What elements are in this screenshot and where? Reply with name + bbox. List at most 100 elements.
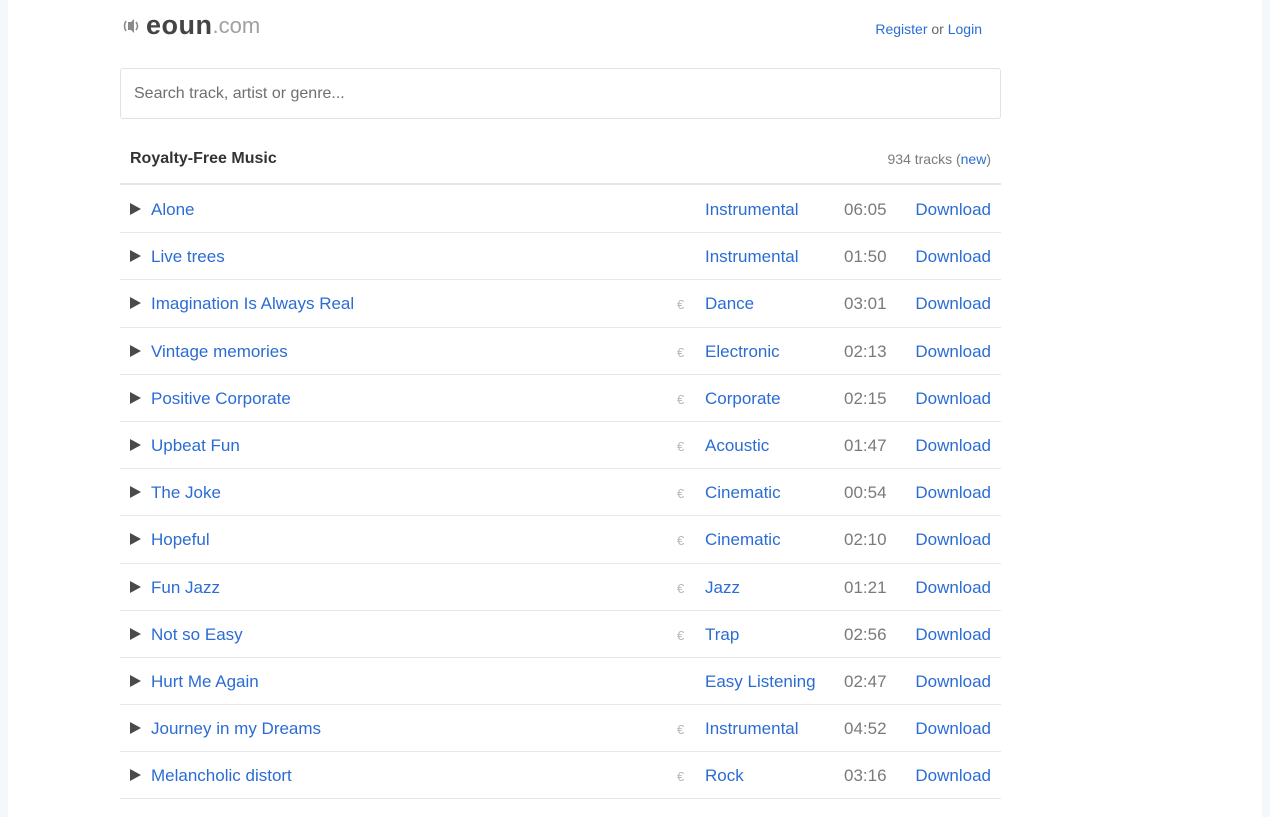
play-icon[interactable] xyxy=(130,391,141,404)
track-title-link[interactable]: Alone xyxy=(151,200,194,220)
track-row: Live trees Instrumental 01:50 Download xyxy=(120,233,1001,281)
speaker-sound-icon xyxy=(123,18,139,33)
list-header: Royalty-Free Music 934 tracks (new) xyxy=(120,138,1001,185)
genre-link[interactable]: Acoustic xyxy=(705,436,769,456)
euro-icon: € xyxy=(677,627,685,643)
track-row: Vintage memories € Electronic 02:13 Download xyxy=(120,328,1001,375)
download-link[interactable]: Download xyxy=(915,436,991,456)
track-title-link[interactable]: Live trees xyxy=(151,247,225,267)
list-title: Royalty-Free Music xyxy=(130,150,277,167)
genre-link[interactable]: Instrumental xyxy=(705,719,799,739)
download-link[interactable]: Download xyxy=(915,530,991,550)
logo-name: eoun xyxy=(146,10,213,40)
track-duration: 02:15 xyxy=(844,388,887,408)
track-count: 934 tracks (new) xyxy=(888,151,992,167)
track-title-link[interactable]: Fun Jazz xyxy=(151,578,220,598)
download-link[interactable]: Download xyxy=(915,294,991,314)
register-link[interactable]: Register xyxy=(875,21,927,37)
track-title-link[interactable]: Positive Corporate xyxy=(151,389,291,409)
play-icon[interactable] xyxy=(130,722,141,735)
genre-link[interactable]: Corporate xyxy=(705,389,781,409)
track-row: Fun Jazz € Jazz 01:21 Download xyxy=(120,564,1001,611)
genre-link[interactable]: Trap xyxy=(705,625,739,645)
search-input[interactable] xyxy=(120,68,1001,119)
genre-link[interactable]: Easy Listening xyxy=(705,672,816,692)
track-duration: 02:56 xyxy=(844,624,887,644)
euro-icon: € xyxy=(677,344,685,360)
play-icon[interactable] xyxy=(130,769,141,782)
play-icon[interactable] xyxy=(130,580,141,593)
genre-link[interactable]: Jazz xyxy=(705,578,740,598)
genre-link[interactable]: Rock xyxy=(705,766,744,786)
download-link[interactable]: Download xyxy=(915,342,991,362)
track-row: The Joke € Cinematic 00:54 Download xyxy=(120,469,1001,517)
euro-icon: € xyxy=(677,722,685,738)
play-icon[interactable] xyxy=(130,344,141,357)
track-row: Hurt Me Again Easy Listening 02:47 Download xyxy=(120,658,1001,706)
play-icon[interactable] xyxy=(130,533,141,546)
download-link[interactable]: Download xyxy=(915,719,991,739)
download-link[interactable]: Download xyxy=(915,483,991,503)
main-container: eoun .com Register or Login Royalty-Free… xyxy=(120,0,1001,800)
track-count-text: 934 tracks ( xyxy=(887,151,961,167)
download-link[interactable]: Download xyxy=(915,247,991,267)
download-link[interactable]: Download xyxy=(915,578,991,598)
track-row: Hopeful € Cinematic 02:10 Download xyxy=(120,516,1001,564)
play-icon[interactable] xyxy=(130,297,141,310)
track-row: Journey in my Dreams € Instrumental 04:52 Do… xyxy=(120,705,1001,753)
euro-icon: € xyxy=(677,438,685,454)
play-icon[interactable] xyxy=(130,627,141,640)
genre-link[interactable]: Instrumental xyxy=(705,247,799,267)
track-title-link[interactable]: Hopeful xyxy=(151,530,210,550)
logo-tld: .com xyxy=(212,12,261,38)
download-link[interactable]: Download xyxy=(915,625,991,645)
track-row: Imagination Is Always Real € Dance 03:01 Dow… xyxy=(120,280,1001,328)
play-icon[interactable] xyxy=(130,486,141,499)
track-title-link[interactable]: Journey in my Dreams xyxy=(151,719,321,739)
track-duration: 00:54 xyxy=(844,483,887,503)
track-duration: 03:16 xyxy=(844,766,887,786)
auth-links: Register or Login xyxy=(875,21,982,37)
download-link[interactable]: Download xyxy=(915,766,991,786)
track-duration: 06:05 xyxy=(844,200,887,219)
track-title-link[interactable]: Melancholic distort xyxy=(151,766,292,786)
track-title-link[interactable]: Upbeat Fun xyxy=(151,436,240,456)
track-row: Not so Easy € Trap 02:56 Download xyxy=(120,611,1001,658)
genre-link[interactable]: Cinematic xyxy=(705,530,781,550)
genre-link[interactable]: Cinematic xyxy=(705,483,781,503)
track-title-link[interactable]: Vintage memories xyxy=(151,342,288,362)
euro-icon: € xyxy=(677,580,685,596)
auth-separator: or xyxy=(927,21,948,37)
genre-link[interactable]: Electronic xyxy=(705,342,780,362)
site-logo[interactable]: eoun .com xyxy=(122,10,260,41)
download-link[interactable]: Download xyxy=(915,389,991,409)
track-duration: 01:50 xyxy=(844,247,887,267)
play-icon[interactable] xyxy=(130,674,141,687)
play-icon[interactable] xyxy=(130,250,141,263)
play-icon[interactable] xyxy=(130,203,141,215)
track-title-link[interactable]: Not so Easy xyxy=(151,625,243,645)
track-duration: 04:52 xyxy=(844,719,887,739)
download-link[interactable]: Download xyxy=(915,672,991,692)
play-icon[interactable] xyxy=(130,438,141,451)
track-duration: 03:01 xyxy=(844,294,887,314)
genre-link[interactable]: Instrumental xyxy=(705,200,799,220)
track-duration: 02:47 xyxy=(844,671,887,691)
login-link[interactable]: Login xyxy=(948,21,982,37)
track-row: Upbeat Fun € Acoustic 01:47 Download xyxy=(120,422,1001,470)
genre-link[interactable]: Dance xyxy=(705,294,754,314)
euro-icon: € xyxy=(677,391,685,407)
track-row: Melancholic distort € Rock 03:16 Download xyxy=(120,752,1001,800)
euro-icon: € xyxy=(677,533,685,549)
new-tracks-link[interactable]: new xyxy=(961,151,987,167)
track-title-link[interactable]: Hurt Me Again xyxy=(151,672,259,692)
euro-icon: € xyxy=(677,297,685,313)
track-count-close: ) xyxy=(986,151,991,167)
download-link[interactable]: Download xyxy=(915,200,991,220)
track-title-link[interactable]: The Joke xyxy=(151,483,221,503)
euro-icon: € xyxy=(677,769,685,785)
track-title-link[interactable]: Imagination Is Always Real xyxy=(151,294,354,314)
track-duration: 02:10 xyxy=(844,530,887,550)
track-duration: 01:21 xyxy=(844,577,887,597)
euro-icon: € xyxy=(677,486,685,502)
